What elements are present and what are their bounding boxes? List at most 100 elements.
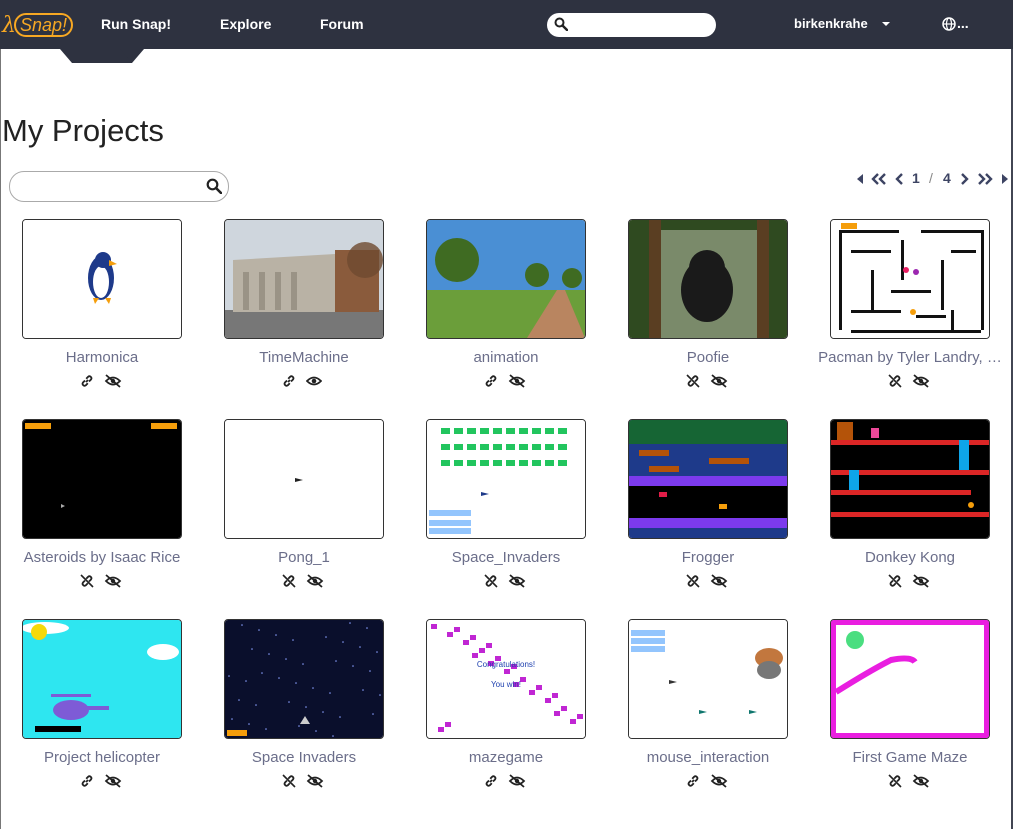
project-name-link[interactable]: Harmonica [2,349,202,366]
unpublished-eye-slash-icon[interactable] [912,574,930,593]
shared-link-icon[interactable] [80,774,94,793]
pager-first-page-icon[interactable] [871,172,887,190]
project-thumbnail-art: Congratulations! You win! [427,620,585,738]
project-search-field[interactable] [9,171,229,202]
project-thumbnail-art [831,620,989,738]
project-thumbnail[interactable] [22,619,182,739]
pager-next-icon[interactable] [960,172,969,190]
pager-current-page: 1 [912,170,920,186]
unpublished-eye-slash-icon[interactable] [710,774,728,793]
project-thumbnail-art [23,420,181,538]
search-icon [554,17,569,36]
project-thumbnail-art [831,220,989,338]
project-name-link[interactable]: Asteroids by Isaac Rice [2,549,202,566]
unpublished-eye-slash-icon[interactable] [104,374,122,393]
project-thumbnail[interactable] [426,219,586,339]
project-name-link[interactable]: mouse_interaction [608,749,808,766]
pager-first-page-small-icon[interactable] [856,172,864,190]
snap-logo[interactable]: λ Snap! [2,10,73,40]
project-thumbnail[interactable] [830,419,990,539]
nav-search-field[interactable] [547,13,716,37]
project-thumbnail[interactable] [628,219,788,339]
nav-indicator-left-edge [60,49,84,63]
project-name-link[interactable]: Poofie [608,349,808,366]
project-name-link[interactable]: Project helicopter [2,749,202,766]
project-name-link[interactable]: Space Invaders [204,749,404,766]
unshared-link-icon[interactable] [80,574,94,593]
shared-link-icon[interactable] [282,374,296,393]
project-name-link[interactable]: First Game Maze [810,749,1010,766]
project-thumbnail-art [23,620,181,738]
nav-run-snap-link[interactable]: Run Snap! [101,16,171,32]
unpublished-eye-slash-icon[interactable] [508,574,526,593]
project-name-link[interactable]: Donkey Kong [810,549,1010,566]
language-menu[interactable]: ... [957,15,969,31]
shared-link-icon[interactable] [686,774,700,793]
unshared-link-icon[interactable] [888,574,902,593]
project-name-link[interactable]: Pacman by Tyler Landry, … [810,349,1010,366]
page-title: My Projects [2,113,164,148]
shared-link-icon[interactable] [484,374,498,393]
project-thumbnail-art [831,420,989,538]
unpublished-eye-slash-icon[interactable] [912,774,930,793]
mazegame-win-text: You win! [491,680,521,689]
project-thumbnail-art [225,620,383,738]
project-thumbnail-art [427,220,585,338]
chevron-down-icon[interactable] [882,22,890,26]
unshared-link-icon[interactable] [888,774,902,793]
pager-last-page-small-icon[interactable] [1001,172,1009,190]
unpublished-eye-slash-icon[interactable] [306,574,324,593]
project-thumbnail[interactable] [628,419,788,539]
project-name-link[interactable]: Pong_1 [204,549,404,566]
project-thumbnail[interactable] [830,219,990,339]
logo-text: Snap! [13,13,73,37]
unpublished-eye-slash-icon[interactable] [104,774,122,793]
unshared-link-icon[interactable] [686,374,700,393]
project-thumbnail-art [225,220,383,338]
unshared-link-icon[interactable] [484,574,498,593]
project-thumbnail[interactable] [22,419,182,539]
project-thumbnail[interactable] [426,419,586,539]
user-menu[interactable]: birkenkrahe [794,16,868,31]
project-thumbnail[interactable] [224,619,384,739]
project-thumbnail[interactable] [224,219,384,339]
project-search-input[interactable] [22,178,206,195]
project-name-link[interactable]: mazegame [406,749,606,766]
unpublished-eye-slash-icon[interactable] [306,774,324,793]
project-thumbnail[interactable] [830,619,990,739]
project-thumbnail-art [629,420,787,538]
unshared-link-icon[interactable] [282,774,296,793]
project-name-link[interactable]: TimeMachine [204,349,404,366]
unpublished-eye-slash-icon[interactable] [508,374,526,393]
pager-last-page-icon[interactable] [977,172,993,190]
project-thumbnail-art [23,220,181,338]
unpublished-eye-slash-icon[interactable] [912,374,930,393]
unshared-link-icon[interactable] [888,374,902,393]
nav-forum-link[interactable]: Forum [320,16,364,32]
published-eye-icon[interactable] [305,374,323,393]
project-thumbnail[interactable] [628,619,788,739]
unpublished-eye-slash-icon[interactable] [104,574,122,593]
nav-explore-link[interactable]: Explore [220,16,271,32]
project-name-link[interactable]: animation [406,349,606,366]
unpublished-eye-slash-icon[interactable] [710,374,728,393]
nav-indicator-right-edge [120,49,144,63]
unshared-link-icon[interactable] [282,574,296,593]
pager-prev-icon[interactable] [895,172,904,190]
pager-total-pages: 4 [943,170,951,186]
shared-link-icon[interactable] [484,774,498,793]
project-name-link[interactable]: Space_Invaders [406,549,606,566]
shared-link-icon[interactable] [80,374,94,393]
search-icon[interactable] [206,178,223,199]
unpublished-eye-slash-icon[interactable] [710,574,728,593]
unpublished-eye-slash-icon[interactable] [508,774,526,793]
pager-separator: / [929,170,933,186]
project-thumbnail[interactable] [224,419,384,539]
project-thumbnail[interactable] [22,219,182,339]
globe-icon[interactable] [942,17,956,36]
unshared-link-icon[interactable] [686,574,700,593]
project-name-link[interactable]: Frogger [608,549,808,566]
project-thumbnail-art [427,420,585,538]
project-thumbnail[interactable]: Congratulations! You win! [426,619,586,739]
project-thumbnail-art [225,420,383,538]
